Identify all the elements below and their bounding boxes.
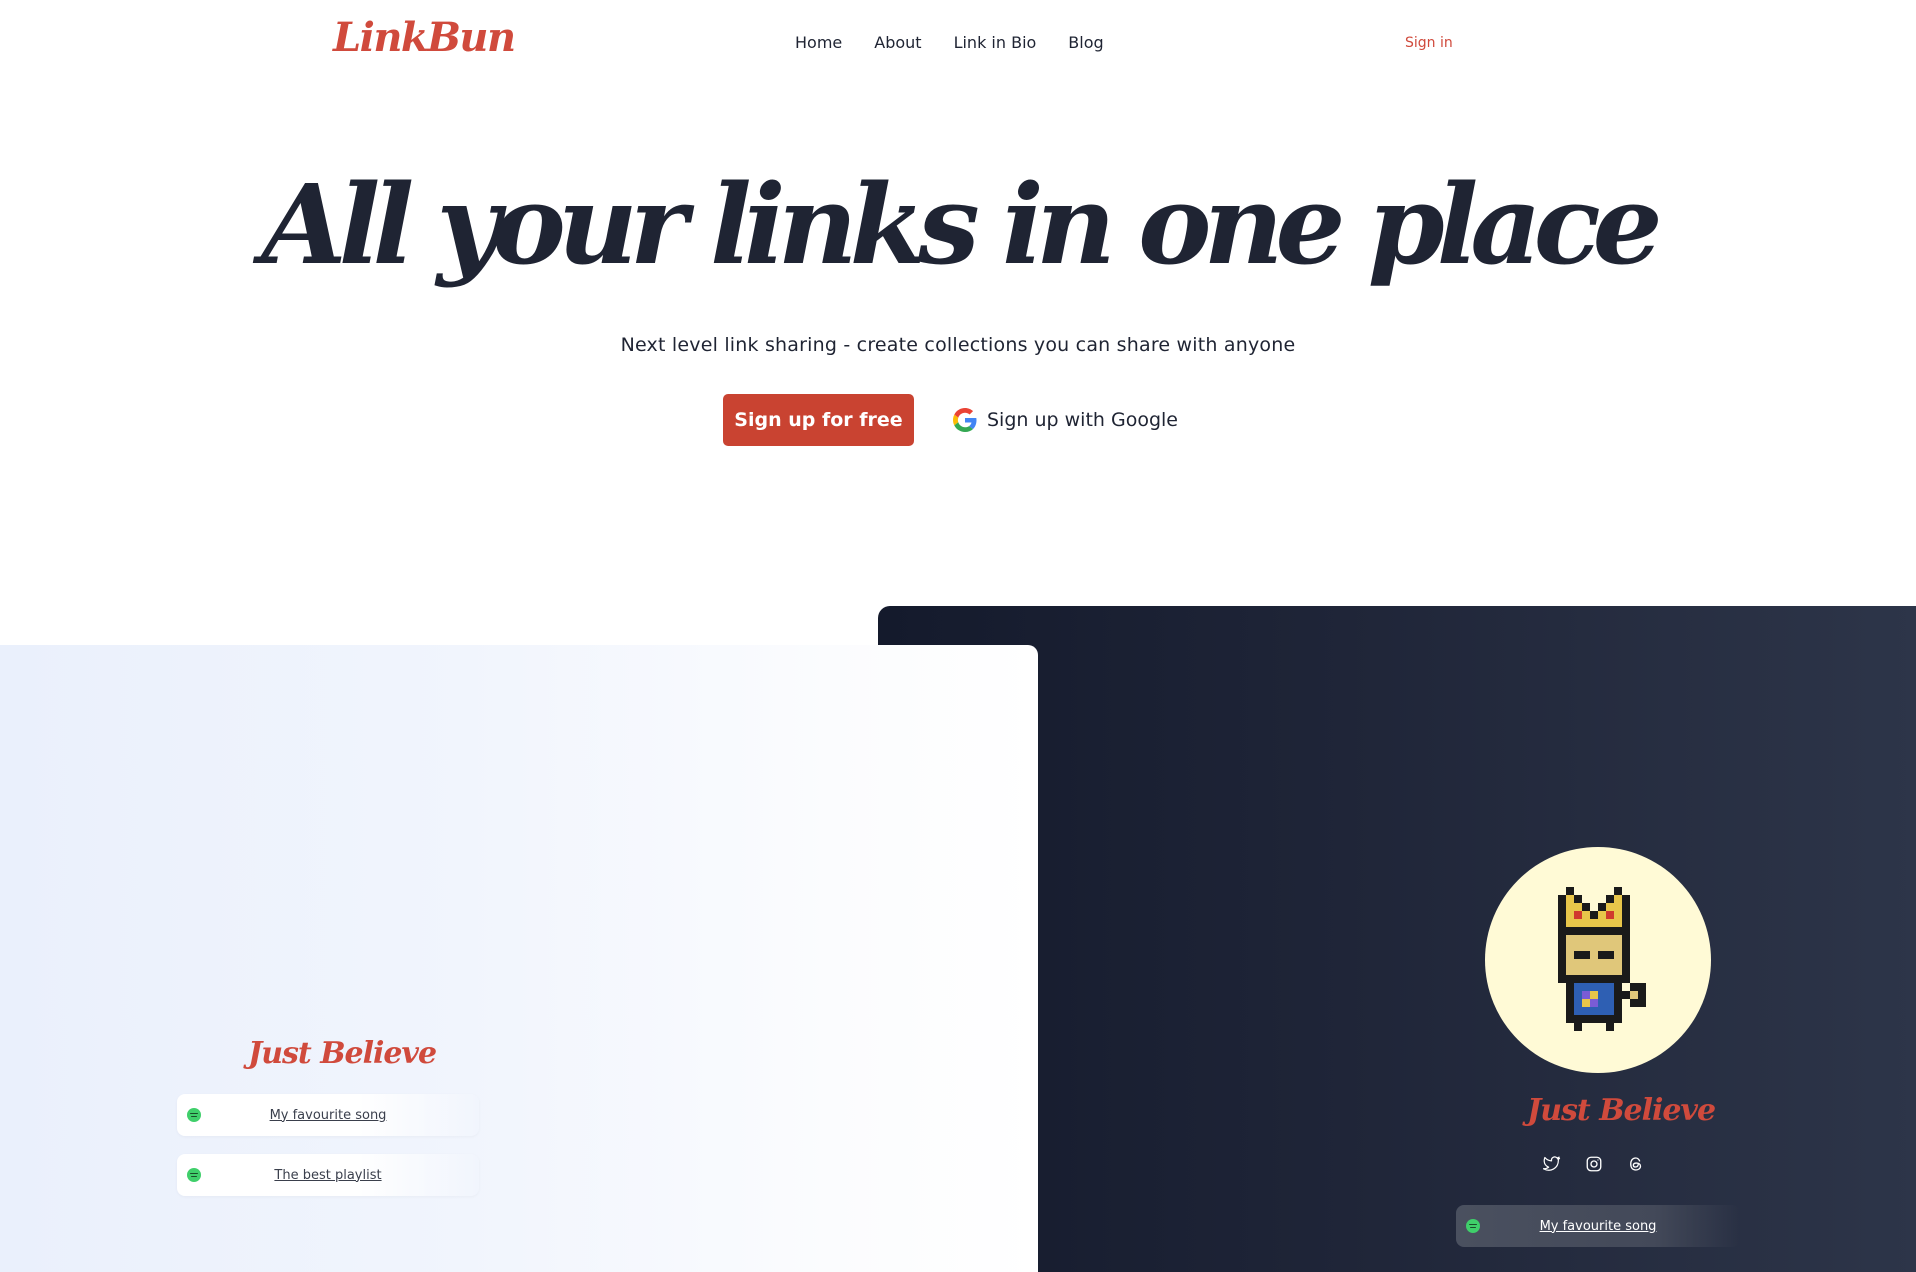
threads-icon[interactable]	[1627, 1155, 1645, 1173]
dark-link-item[interactable]: My favourite song	[1456, 1205, 1740, 1247]
dark-link-label: My favourite song	[1539, 1218, 1657, 1234]
instagram-icon[interactable]	[1585, 1155, 1603, 1173]
logo[interactable]: LinkBun	[333, 14, 516, 61]
light-link-label: The best playlist	[274, 1167, 382, 1183]
google-icon	[953, 408, 977, 432]
social-icons-row	[1543, 1155, 1645, 1173]
light-card-title: Just Believe	[248, 1036, 437, 1071]
sign-up-google-label: Sign up with Google	[987, 409, 1178, 431]
sign-in-link[interactable]: Sign in	[1405, 35, 1453, 51]
hero-title: All your links in one place	[261, 160, 1662, 289]
spotify-icon	[187, 1168, 201, 1182]
light-link-item[interactable]: My favourite song	[177, 1094, 479, 1136]
light-link-item[interactable]: The best playlist	[177, 1154, 479, 1196]
nav-about[interactable]: About	[874, 33, 921, 52]
spotify-icon	[187, 1108, 201, 1122]
light-link-label: My favourite song	[269, 1107, 387, 1123]
nav-links: Home About Link in Bio Blog	[795, 33, 1136, 52]
spotify-icon	[1466, 1219, 1480, 1233]
hero-subtitle: Next level link sharing - create collect…	[620, 334, 1296, 356]
top-nav: LinkBun Home About Link in Bio Blog Sign…	[0, 0, 1916, 88]
sign-up-google-button[interactable]: Sign up with Google	[953, 404, 1178, 436]
avatar-illustration	[1558, 887, 1646, 1031]
light-profile-preview	[0, 645, 1038, 1272]
nav-home[interactable]: Home	[795, 33, 842, 52]
nav-link-in-bio[interactable]: Link in Bio	[954, 33, 1037, 52]
twitter-icon[interactable]	[1543, 1155, 1561, 1173]
nav-blog[interactable]: Blog	[1068, 33, 1103, 52]
dark-card-title: Just Believe	[1527, 1093, 1716, 1128]
sign-up-free-button[interactable]: Sign up for free	[723, 394, 914, 446]
pixel-crowned-bunny-avatar	[1485, 847, 1711, 1073]
